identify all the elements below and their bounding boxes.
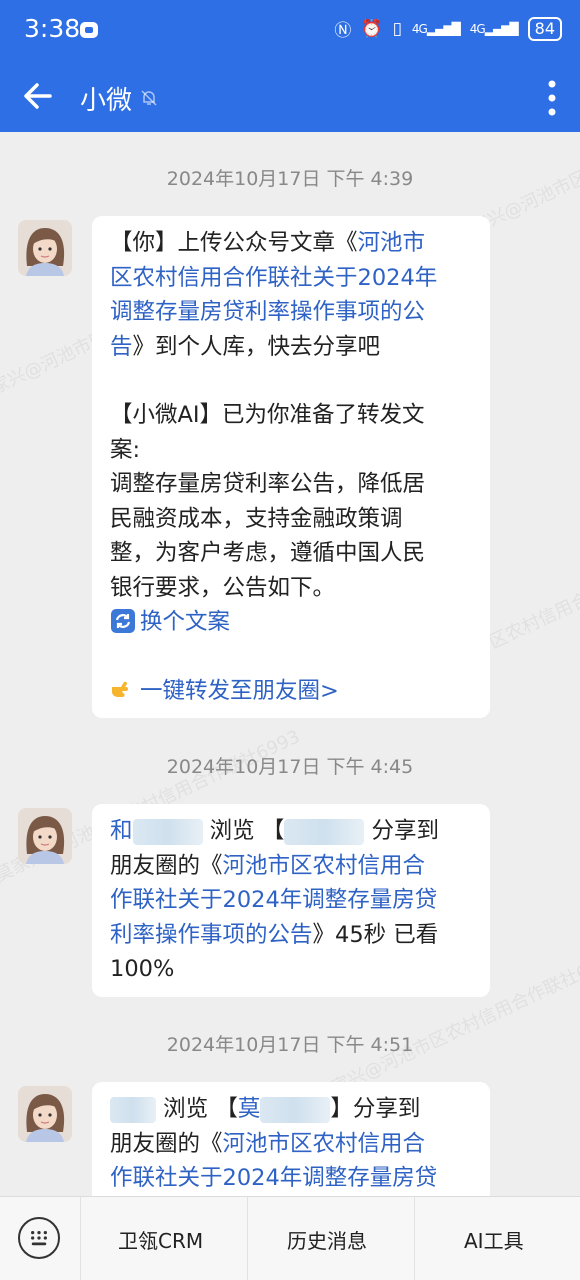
message-timestamp: 2024年10月17日 下午 4:51 <box>166 1034 414 1056</box>
article-link[interactable]: 河池市 <box>358 230 426 256</box>
article-link[interactable]: 调整存量房贷利率操作事项的公 <box>110 299 425 325</box>
divider <box>80 1197 81 1280</box>
message-text: 银行要求，公告如下。 <box>110 574 336 601</box>
vibrate-icon: ▯ <box>392 18 402 39</box>
message-timestamp: 2024年10月17日 下午 4:39 <box>166 168 414 190</box>
chat-title: 小微 <box>80 86 133 116</box>
mute-icon <box>141 90 157 106</box>
message-bubble: 【你】上传公众号文章《河池市 区农村信用合作联社关于2024年 调整存量房贷利率… <box>92 216 490 718</box>
message-text: 整，为客户考虑，遵循中国人民 <box>110 540 426 566</box>
message-text: 】分享到 <box>330 1096 421 1122</box>
battery-icon: 84 <box>527 16 562 41</box>
redacted-name <box>132 818 203 845</box>
message-text: 》到个人库，快去分享吧 <box>132 333 381 360</box>
status-icons: Ⓝ ⏰ ▯ 4G▂▄▆█ 4G▂▄▆█ 84 <box>334 16 562 41</box>
message-bubble: 浏览 【莫 】分享到 朋友圈的《河池市区农村信用合 作联社关于2024年调整存量房… <box>92 1082 490 1196</box>
refresh-icon <box>111 609 135 633</box>
message-text: 》45秒 已看 <box>312 921 439 948</box>
article-link[interactable]: 区农村信用合作联社关于2024年 <box>110 265 437 291</box>
message-text: 朋友圈的《 <box>110 852 223 879</box>
change-copy-label: 换个文案 <box>140 609 231 635</box>
nfc-icon: Ⓝ <box>334 21 352 41</box>
redacted-name <box>110 1096 156 1123</box>
message-bubble: 和 浏览 【 分享到 朋友圈的《河池市区农村信用合 作联社关于2024年调整存量… <box>92 804 490 997</box>
article-link[interactable]: 利率操作事项的公告 <box>110 922 313 948</box>
avatar <box>18 220 72 276</box>
article-link[interactable]: 河池市区农村信用合 <box>223 1131 426 1157</box>
message-text: 【你】上传公众号文章《 <box>110 230 358 256</box>
sharer-name[interactable]: 莫 <box>238 1096 261 1122</box>
signal-icon: 4G▂▄▆█ <box>411 21 461 36</box>
more-vert-icon[interactable] <box>546 76 558 120</box>
viewer-name[interactable]: 和 <box>110 818 133 844</box>
menu-tab-ai-tools[interactable]: AI工具 <box>464 1225 524 1254</box>
chat-header: 小微 <box>0 62 580 132</box>
divider <box>247 1197 248 1280</box>
keyboard-icon[interactable] <box>18 1217 60 1259</box>
message-timestamp: 2024年10月17日 下午 4:45 <box>166 756 414 778</box>
menu-tab-crm[interactable]: 卫瓴CRM <box>118 1225 203 1254</box>
message-text: 100% <box>110 956 175 982</box>
message-text: 调整存量房贷利率公告，降低居 <box>110 471 426 497</box>
message-text: 浏览 <box>163 1096 209 1122</box>
message-text: 【 <box>215 1096 238 1122</box>
forward-label: 一键转发至朋友圈> <box>140 677 339 704</box>
message-text: 案: <box>110 436 141 463</box>
redacted-name <box>284 818 365 845</box>
message-text: 朋友圈的《 <box>110 1130 223 1157</box>
article-link[interactable]: 作联社关于2024年调整存量房贷 <box>110 1165 437 1191</box>
message-text: 【 <box>261 818 285 844</box>
forward-to-moments-button[interactable]: 一键转发至朋友圈> <box>110 674 476 709</box>
message-text: 【小微AI】已为你准备了转发文 <box>110 402 425 428</box>
chat-message-list[interactable]: 莫家兴@河池市区农村信用合作联社6993 莫家兴@河池市区农村信用合作联社699… <box>0 132 580 1196</box>
signal-icon: 4G▂▄▆█ <box>469 21 519 36</box>
message-text: 民融资成本，支持金融政策调 <box>110 505 403 532</box>
redacted-name <box>260 1096 331 1123</box>
back-arrow-icon[interactable] <box>18 76 58 116</box>
article-link[interactable]: 告 <box>110 334 133 360</box>
alarm-icon: ⏰ <box>361 18 383 39</box>
message-notification-icon <box>80 22 98 38</box>
pointing-hand-icon <box>112 681 128 697</box>
message-text: 浏览 <box>209 818 255 844</box>
message-text: 分享到 <box>371 818 440 844</box>
avatar <box>18 808 72 864</box>
divider <box>414 1197 415 1280</box>
article-link[interactable]: 河池市区农村信用合 <box>223 853 426 879</box>
change-copy-button[interactable]: 换个文案 <box>110 605 476 640</box>
avatar <box>18 1086 72 1142</box>
status-bar: 3:38 Ⓝ ⏰ ▯ 4G▂▄▆█ 4G▂▄▆█ 84 <box>0 0 580 62</box>
article-link[interactable]: 作联社关于2024年调整存量房贷 <box>110 887 437 913</box>
menu-tab-history[interactable]: 历史消息 <box>287 1225 367 1254</box>
status-time: 3:38 <box>24 14 81 43</box>
bottom-menu-bar: 卫瓴CRM 历史消息 AI工具 <box>0 1196 580 1280</box>
